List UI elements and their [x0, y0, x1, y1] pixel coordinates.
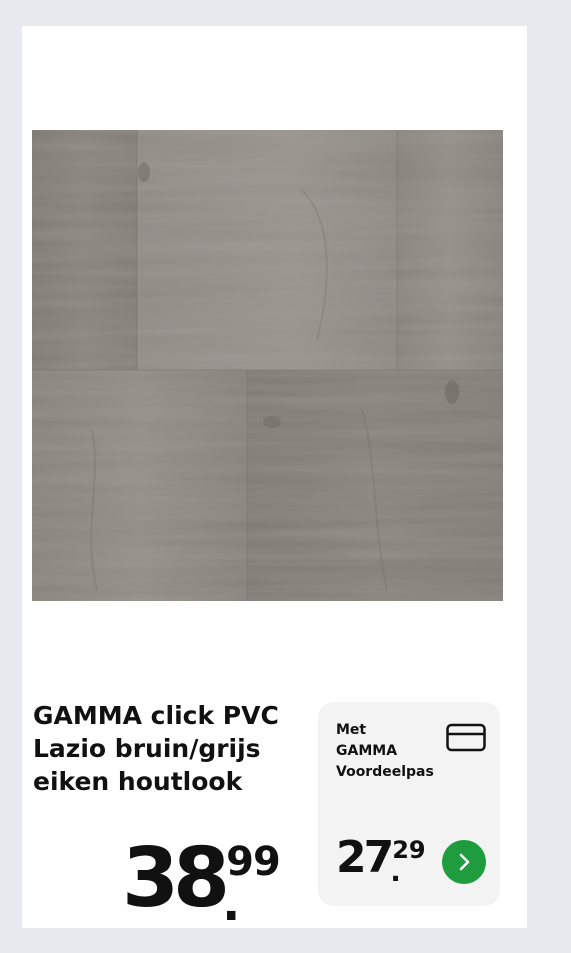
regular-price: 38 99 . — [122, 831, 281, 932]
member-price: 27 29 . — [336, 832, 426, 888]
wood-floor-texture — [32, 130, 503, 601]
product-image[interactable] — [32, 130, 503, 601]
member-label-line: Voordeelpas — [336, 764, 434, 780]
loyalty-card-icon — [446, 723, 486, 753]
product-title-line: GAMMA click PVC — [33, 701, 279, 730]
member-label-line: GAMMA — [336, 743, 398, 759]
product-card[interactable]: GAMMA click PVC Lazio bruin/grijs eiken … — [22, 26, 527, 928]
regular-price-whole: 38 — [122, 831, 230, 926]
product-title-line: Lazio bruin/grijs — [33, 734, 261, 763]
product-title[interactable]: GAMMA click PVC Lazio bruin/grijs eiken … — [33, 699, 303, 798]
member-label-line: Met — [336, 722, 367, 738]
member-offer-label: Met GAMMA Voordeelpas — [336, 720, 446, 783]
chevron-right-icon — [459, 853, 470, 871]
view-offer-button[interactable] — [442, 840, 486, 884]
product-title-line: eiken houtlook — [33, 767, 243, 796]
member-offer-box: Met GAMMA Voordeelpas 27 29 . — [318, 702, 500, 906]
member-price-whole: 27 — [336, 832, 394, 883]
